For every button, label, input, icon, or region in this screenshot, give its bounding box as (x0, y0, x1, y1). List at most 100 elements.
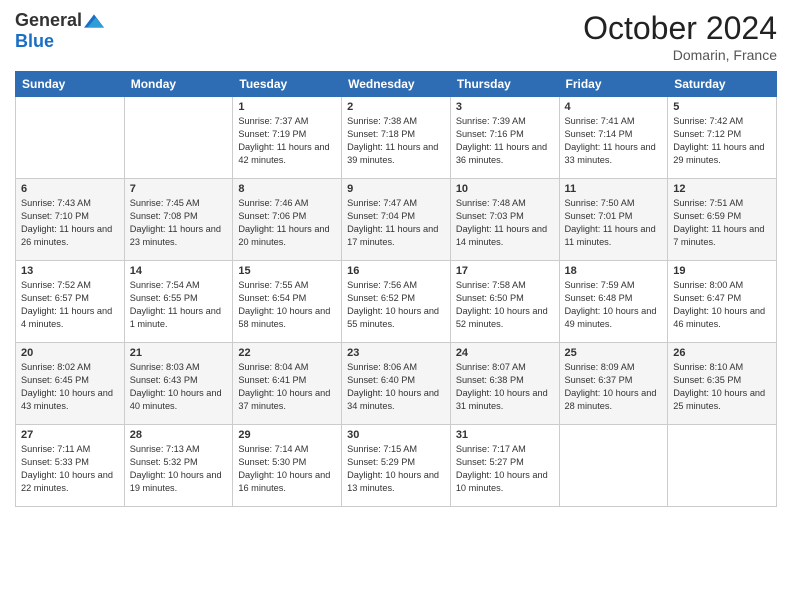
day-number: 23 (347, 347, 445, 359)
page: General Blue October 2024 Domarin, Franc… (0, 0, 792, 612)
day-info: Sunrise: 7:54 AM Sunset: 6:55 PM Dayligh… (130, 279, 228, 331)
header-row: Sunday Monday Tuesday Wednesday Thursday… (16, 72, 777, 97)
day-number: 17 (456, 265, 554, 277)
day-number: 11 (565, 183, 663, 195)
cell-2-0: 13 Sunrise: 7:52 AM Sunset: 6:57 PM Dayli… (16, 261, 125, 343)
week-row-3: 13 Sunrise: 7:52 AM Sunset: 6:57 PM Dayli… (16, 261, 777, 343)
cell-1-3: 9 Sunrise: 7:47 AM Sunset: 7:04 PM Daylig… (342, 179, 451, 261)
day-number: 18 (565, 265, 663, 277)
cell-4-6 (668, 425, 777, 507)
day-info: Sunrise: 8:10 AM Sunset: 6:35 PM Dayligh… (673, 361, 771, 413)
day-info: Sunrise: 8:02 AM Sunset: 6:45 PM Dayligh… (21, 361, 119, 413)
cell-4-1: 28Sunrise: 7:13 AM Sunset: 5:32 PM Dayli… (124, 425, 233, 507)
cell-2-4: 17 Sunrise: 7:58 AM Sunset: 6:50 PM Dayli… (450, 261, 559, 343)
cell-4-2: 29Sunrise: 7:14 AM Sunset: 5:30 PM Dayli… (233, 425, 342, 507)
cell-0-2: 1 Sunrise: 7:37 AM Sunset: 7:19 PM Daylig… (233, 97, 342, 179)
day-number: 20 (21, 347, 119, 359)
day-info: Sunrise: 8:09 AM Sunset: 6:37 PM Dayligh… (565, 361, 663, 413)
cell-3-5: 25 Sunrise: 8:09 AM Sunset: 6:37 PM Dayli… (559, 343, 668, 425)
day-info: Sunrise: 7:58 AM Sunset: 6:50 PM Dayligh… (456, 279, 554, 331)
day-info: Sunrise: 7:37 AM Sunset: 7:19 PM Dayligh… (238, 115, 336, 167)
cell-4-5 (559, 425, 668, 507)
day-number: 26 (673, 347, 771, 359)
col-saturday: Saturday (668, 72, 777, 97)
logo-blue: Blue (15, 31, 54, 52)
day-number: 5 (673, 101, 771, 113)
day-info: Sunrise: 7:47 AM Sunset: 7:04 PM Dayligh… (347, 197, 445, 249)
week-row-1: 1 Sunrise: 7:37 AM Sunset: 7:19 PM Daylig… (16, 97, 777, 179)
day-number: 4 (565, 101, 663, 113)
day-info: Sunrise: 7:15 AM Sunset: 5:29 PM Dayligh… (347, 443, 445, 495)
day-info: Sunrise: 8:04 AM Sunset: 6:41 PM Dayligh… (238, 361, 336, 413)
day-info: Sunrise: 7:14 AM Sunset: 5:30 PM Dayligh… (238, 443, 336, 495)
cell-3-3: 23 Sunrise: 8:06 AM Sunset: 6:40 PM Dayli… (342, 343, 451, 425)
day-info: Sunrise: 7:17 AM Sunset: 5:27 PM Dayligh… (456, 443, 554, 495)
day-number: 3 (456, 101, 554, 113)
month-title: October 2024 (583, 10, 777, 47)
day-number: 1 (238, 101, 336, 113)
day-number: 24 (456, 347, 554, 359)
day-info: Sunrise: 8:07 AM Sunset: 6:38 PM Dayligh… (456, 361, 554, 413)
day-info: Sunrise: 8:06 AM Sunset: 6:40 PM Dayligh… (347, 361, 445, 413)
cell-2-1: 14 Sunrise: 7:54 AM Sunset: 6:55 PM Dayli… (124, 261, 233, 343)
title-block: October 2024 Domarin, France (583, 10, 777, 63)
cell-3-6: 26 Sunrise: 8:10 AM Sunset: 6:35 PM Dayli… (668, 343, 777, 425)
cell-1-6: 12 Sunrise: 7:51 AM Sunset: 6:59 PM Dayli… (668, 179, 777, 261)
cell-3-2: 22 Sunrise: 8:04 AM Sunset: 6:41 PM Dayli… (233, 343, 342, 425)
day-number: 6 (21, 183, 119, 195)
day-info: Sunrise: 7:50 AM Sunset: 7:01 PM Dayligh… (565, 197, 663, 249)
col-thursday: Thursday (450, 72, 559, 97)
cell-2-6: 19Sunrise: 8:00 AM Sunset: 6:47 PM Dayli… (668, 261, 777, 343)
cell-0-1 (124, 97, 233, 179)
day-info: Sunrise: 7:52 AM Sunset: 6:57 PM Dayligh… (21, 279, 119, 331)
day-number: 9 (347, 183, 445, 195)
day-info: Sunrise: 8:03 AM Sunset: 6:43 PM Dayligh… (130, 361, 228, 413)
day-info: Sunrise: 7:51 AM Sunset: 6:59 PM Dayligh… (673, 197, 771, 249)
day-info: Sunrise: 7:13 AM Sunset: 5:32 PM Dayligh… (130, 443, 228, 495)
cell-3-0: 20 Sunrise: 8:02 AM Sunset: 6:45 PM Dayli… (16, 343, 125, 425)
cell-3-1: 21 Sunrise: 8:03 AM Sunset: 6:43 PM Dayli… (124, 343, 233, 425)
day-number: 12 (673, 183, 771, 195)
calendar-table: Sunday Monday Tuesday Wednesday Thursday… (15, 71, 777, 507)
cell-3-4: 24 Sunrise: 8:07 AM Sunset: 6:38 PM Dayli… (450, 343, 559, 425)
col-wednesday: Wednesday (342, 72, 451, 97)
logo: General Blue (15, 10, 104, 52)
day-number: 10 (456, 183, 554, 195)
day-info: Sunrise: 7:41 AM Sunset: 7:14 PM Dayligh… (565, 115, 663, 167)
day-number: 27 (21, 429, 119, 441)
day-info: Sunrise: 8:00 AM Sunset: 6:47 PM Dayligh… (673, 279, 771, 331)
cell-2-5: 18 Sunrise: 7:59 AM Sunset: 6:48 PM Dayli… (559, 261, 668, 343)
day-number: 21 (130, 347, 228, 359)
cell-2-2: 15Sunrise: 7:55 AM Sunset: 6:54 PM Dayli… (233, 261, 342, 343)
header: General Blue October 2024 Domarin, Franc… (15, 10, 777, 63)
cell-1-1: 7 Sunrise: 7:45 AM Sunset: 7:08 PM Daylig… (124, 179, 233, 261)
cell-0-0 (16, 97, 125, 179)
day-info: Sunrise: 7:55 AM Sunset: 6:54 PM Dayligh… (238, 279, 336, 331)
day-info: Sunrise: 7:56 AM Sunset: 6:52 PM Dayligh… (347, 279, 445, 331)
week-row-4: 20 Sunrise: 8:02 AM Sunset: 6:45 PM Dayli… (16, 343, 777, 425)
col-monday: Monday (124, 72, 233, 97)
day-number: 7 (130, 183, 228, 195)
col-friday: Friday (559, 72, 668, 97)
day-info: Sunrise: 7:43 AM Sunset: 7:10 PM Dayligh… (21, 197, 119, 249)
cell-4-4: 31Sunrise: 7:17 AM Sunset: 5:27 PM Dayli… (450, 425, 559, 507)
day-number: 14 (130, 265, 228, 277)
week-row-2: 6 Sunrise: 7:43 AM Sunset: 7:10 PM Daylig… (16, 179, 777, 261)
cell-4-3: 30Sunrise: 7:15 AM Sunset: 5:29 PM Dayli… (342, 425, 451, 507)
day-info: Sunrise: 7:46 AM Sunset: 7:06 PM Dayligh… (238, 197, 336, 249)
cell-0-6: 5 Sunrise: 7:42 AM Sunset: 7:12 PM Daylig… (668, 97, 777, 179)
col-sunday: Sunday (16, 72, 125, 97)
cell-1-5: 11 Sunrise: 7:50 AM Sunset: 7:01 PM Dayli… (559, 179, 668, 261)
day-number: 22 (238, 347, 336, 359)
day-info: Sunrise: 7:42 AM Sunset: 7:12 PM Dayligh… (673, 115, 771, 167)
cell-1-0: 6 Sunrise: 7:43 AM Sunset: 7:10 PM Daylig… (16, 179, 125, 261)
day-number: 25 (565, 347, 663, 359)
cell-1-2: 8Sunrise: 7:46 AM Sunset: 7:06 PM Daylig… (233, 179, 342, 261)
day-info: Sunrise: 7:11 AM Sunset: 5:33 PM Dayligh… (21, 443, 119, 495)
day-info: Sunrise: 7:45 AM Sunset: 7:08 PM Dayligh… (130, 197, 228, 249)
day-number: 13 (21, 265, 119, 277)
day-info: Sunrise: 7:59 AM Sunset: 6:48 PM Dayligh… (565, 279, 663, 331)
cell-4-0: 27 Sunrise: 7:11 AM Sunset: 5:33 PM Dayli… (16, 425, 125, 507)
cell-0-4: 3Sunrise: 7:39 AM Sunset: 7:16 PM Daylig… (450, 97, 559, 179)
day-info: Sunrise: 7:38 AM Sunset: 7:18 PM Dayligh… (347, 115, 445, 167)
